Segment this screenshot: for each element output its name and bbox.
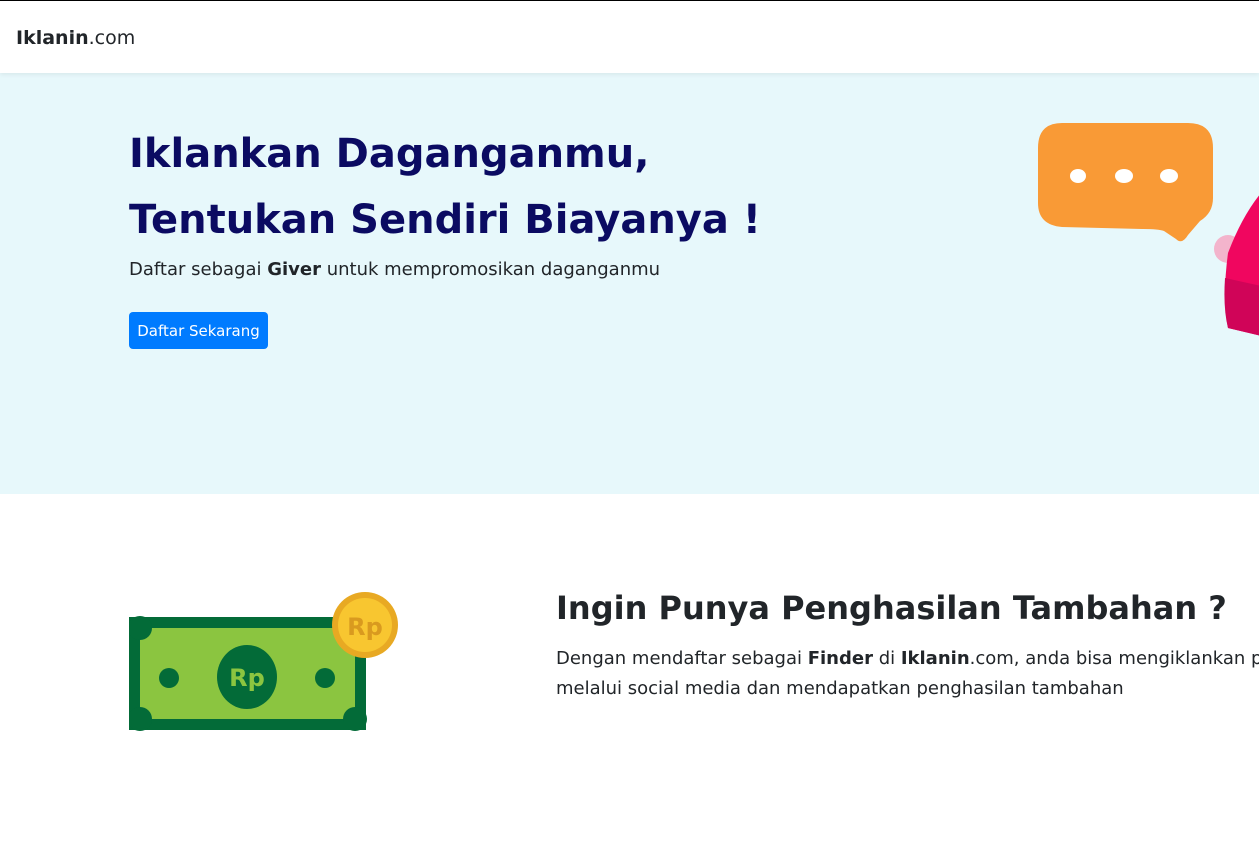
banknote-corner — [343, 707, 367, 731]
coin-label: Rp — [347, 613, 383, 641]
chat-dot — [1115, 169, 1133, 183]
finder-brand-name: Iklanin — [900, 648, 970, 669]
banknote-label: Rp — [229, 664, 265, 692]
hero-title-line2: Tentukan Sendiri Biayanya ! — [129, 197, 762, 243]
finder-text-part: Dengan mendaftar sebagai — [556, 648, 808, 669]
banknote-dot — [159, 668, 179, 688]
finder-section-text: Dengan mendaftar sebagai Finder di Iklan… — [556, 644, 1259, 708]
chat-dot — [1070, 169, 1086, 183]
pink-shape-shadow — [1224, 278, 1259, 336]
brand-name: Iklanin — [16, 27, 89, 49]
banknote-corner — [129, 707, 152, 731]
banknote-dot — [315, 668, 335, 688]
chat-bubble-icon — [1038, 123, 1259, 336]
hero-subtitle-text-end: untuk mempromosikan daganganmu — [320, 259, 661, 280]
giver-label: Giver — [267, 259, 321, 280]
hero-title: Iklankan Daganganmu, Tentukan Sendiri Bi… — [129, 121, 761, 253]
hero-title-line1: Iklankan Daganganmu, — [129, 131, 650, 177]
finder-section-title: Ingin Punya Penghasilan Tambahan ? — [556, 589, 1227, 627]
finder-text-line2: melalui social media dan mendapatkan pen… — [556, 678, 1124, 699]
hero-subtitle-text: Daftar sebagai — [129, 259, 268, 280]
banknote-corner — [129, 616, 152, 640]
hero-section: Iklankan Daganganmu, Tentukan Sendiri Bi… — [0, 73, 1259, 494]
brand-logo-link[interactable]: Iklanin.com — [16, 27, 135, 49]
finder-text-part: .com, anda bisa mengiklankan produk — [969, 648, 1259, 669]
navbar: Iklanin.com — [0, 1, 1259, 73]
finder-label: Finder — [807, 648, 873, 669]
finder-text-part: di — [872, 648, 901, 669]
hero-subtitle: Daftar sebagai Giver untuk mempromosikan… — [129, 259, 660, 280]
chat-dot — [1160, 169, 1178, 183]
brand-domain: .com — [88, 27, 136, 49]
money-icon: Rp Rp — [129, 592, 398, 731]
register-now-button[interactable]: Daftar Sekarang — [129, 312, 268, 349]
